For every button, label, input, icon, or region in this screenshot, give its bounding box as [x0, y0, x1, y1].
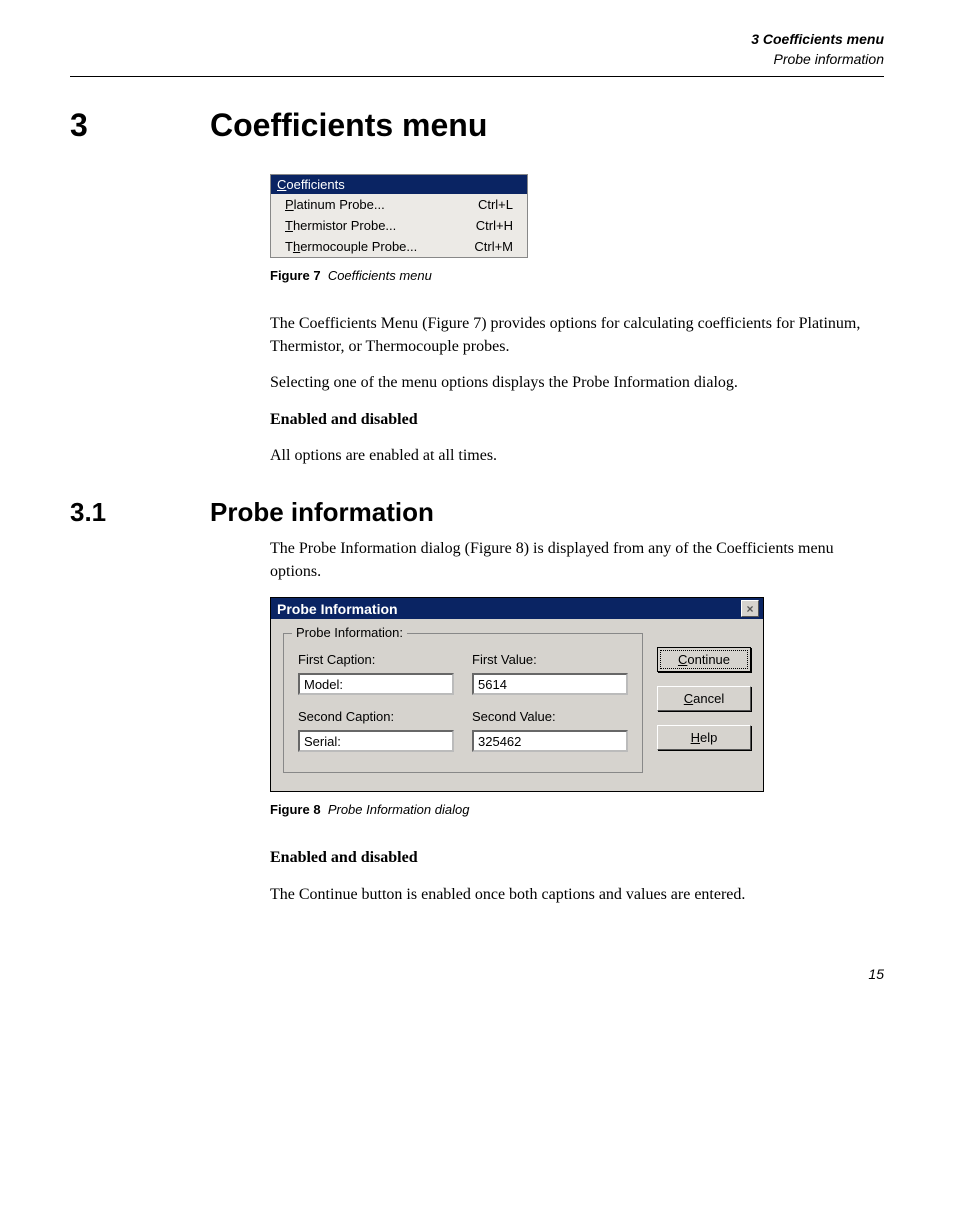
chapter-title: Coefficients menu [210, 107, 487, 144]
first-value-field[interactable] [472, 673, 628, 695]
probe-info-groupbox: Probe Information: First Caption: First … [283, 633, 643, 773]
paragraph: The Coefficients Menu (Figure 7) provide… [270, 313, 884, 358]
page-header: 3 Coefficients menu Probe information [70, 30, 884, 70]
continue-button[interactable]: Continue [657, 647, 751, 672]
section-number: 3.1 [70, 497, 210, 528]
second-value-field[interactable] [472, 730, 628, 752]
first-value-label: First Value: [472, 652, 628, 667]
menu-title: Coefficients [271, 175, 527, 194]
menu-item-thermistor[interactable]: Thermistor Probe... Ctrl+H [271, 215, 527, 236]
dialog-titlebar: Probe Information × [271, 598, 763, 619]
menu-item-platinum[interactable]: Platinum Probe... Ctrl+L [271, 194, 527, 215]
paragraph: The Continue button is enabled once both… [270, 884, 884, 906]
close-icon[interactable]: × [741, 600, 759, 617]
probe-information-dialog: Probe Information × Probe Information: F… [270, 597, 764, 792]
dialog-title: Probe Information [277, 601, 398, 617]
subheading: Enabled and disabled [270, 409, 884, 431]
paragraph: Selecting one of the menu options displa… [270, 372, 884, 394]
header-line1: 3 Coefficients menu [751, 31, 884, 47]
header-rule [70, 76, 884, 77]
groupbox-legend: Probe Information: [292, 625, 407, 640]
figure8-caption: Figure 8 Probe Information dialog [270, 802, 884, 817]
help-button[interactable]: Help [657, 725, 751, 750]
cancel-button[interactable]: Cancel [657, 686, 751, 711]
page-number: 15 [70, 966, 884, 982]
chapter-heading: 3 Coefficients menu [70, 107, 884, 144]
second-caption-field[interactable] [298, 730, 454, 752]
section-title: Probe information [210, 497, 434, 528]
second-caption-label: Second Caption: [298, 709, 454, 724]
second-value-label: Second Value: [472, 709, 628, 724]
section-heading: 3.1 Probe information [70, 497, 884, 528]
paragraph: All options are enabled at all times. [270, 445, 884, 467]
shortcut: Ctrl+M [474, 239, 513, 254]
subheading: Enabled and disabled [270, 847, 884, 869]
shortcut: Ctrl+H [476, 218, 513, 233]
shortcut: Ctrl+L [478, 197, 513, 212]
first-caption-field[interactable] [298, 673, 454, 695]
coefficients-menu: Coefficients Platinum Probe... Ctrl+L Th… [270, 174, 528, 258]
header-line2: Probe information [773, 51, 884, 67]
paragraph: The Probe Information dialog (Figure 8) … [270, 538, 884, 583]
first-caption-label: First Caption: [298, 652, 454, 667]
figure7-caption: Figure 7 Coefficients menu [270, 268, 884, 283]
chapter-number: 3 [70, 107, 210, 144]
menu-item-thermocouple[interactable]: Thermocouple Probe... Ctrl+M [271, 236, 527, 257]
